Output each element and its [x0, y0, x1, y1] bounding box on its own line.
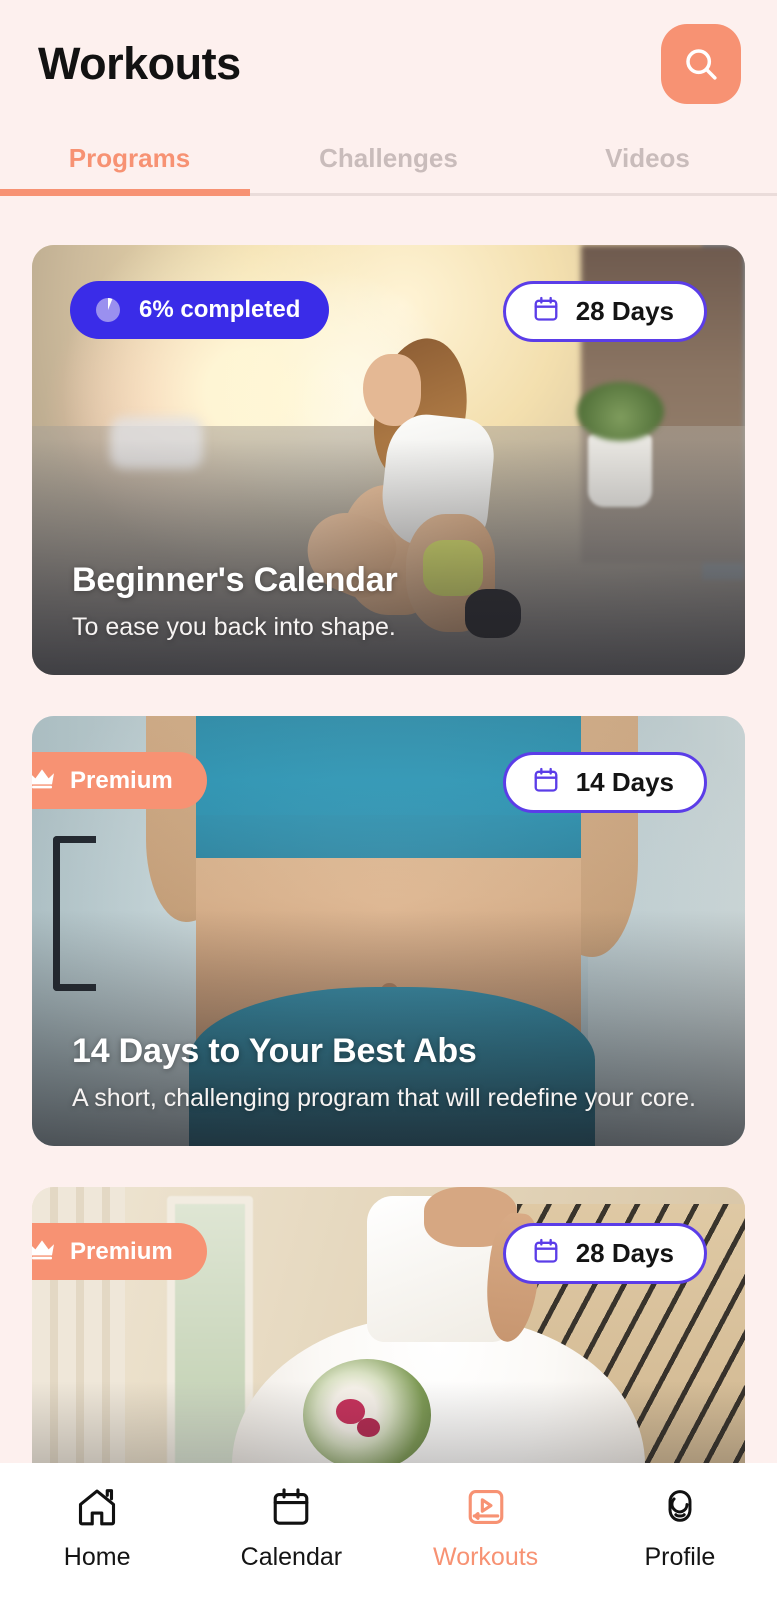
tab-bar: Programs Challenges Videos [0, 128, 777, 196]
calendar-icon [532, 295, 560, 328]
duration-badge: 28 Days [502, 281, 707, 342]
bottom-navigation: Home Calendar Workouts Profile [0, 1463, 777, 1600]
nav-item-calendar[interactable]: Calendar [194, 1485, 388, 1572]
search-icon [681, 44, 721, 84]
video-player-icon [464, 1485, 508, 1532]
card-title: Beginner's Calendar [72, 560, 398, 599]
card-text: 14 Days to Your Best Abs A short, challe… [32, 1032, 745, 1147]
page-title: Workouts [38, 38, 241, 89]
duration-label: 14 Days [575, 767, 674, 797]
duration-label: 28 Days [575, 296, 674, 326]
active-tab-indicator [0, 189, 250, 196]
card-badge-row: Premium 14 Days [32, 716, 745, 813]
card-subtitle: A short, challenging program that will r… [72, 1083, 696, 1112]
duration-badge: 14 Days [502, 752, 707, 813]
program-card-14-days-abs[interactable]: Premium 14 Days 14 Days to Your Best Abs… [32, 716, 745, 1146]
nav-label-home: Home [63, 1543, 131, 1571]
card-badge-row: 6% completed 28 Days [32, 245, 745, 342]
progress-label: 6% completed [139, 296, 301, 323]
premium-badge: Premium [32, 752, 207, 809]
progress-pie-icon [92, 294, 124, 326]
nav-item-workouts[interactable]: Workouts [389, 1485, 583, 1572]
progress-badge: 6% completed [70, 281, 330, 339]
duration-label: 28 Days [575, 1238, 674, 1268]
tab-challenges[interactable]: Challenges [259, 128, 518, 196]
home-icon [74, 1485, 120, 1532]
nav-item-home[interactable]: Home [0, 1485, 194, 1572]
calendar-icon [532, 766, 560, 799]
app-header: Workouts [0, 0, 777, 128]
premium-badge: Premium [32, 1223, 207, 1280]
duration-badge: 28 Days [502, 1223, 707, 1284]
program-card-beginners-calendar[interactable]: 6% completed 28 Days Beginner's Calendar… [32, 245, 745, 675]
nav-label-profile: Profile [644, 1543, 716, 1571]
search-button[interactable] [661, 24, 741, 104]
crown-icon [32, 766, 56, 795]
nav-label-workouts: Workouts [433, 1543, 539, 1571]
card-badge-row: Premium 28 Days [32, 1187, 745, 1284]
program-list[interactable]: 6% completed 28 Days Beginner's Calendar… [0, 204, 777, 1600]
nav-item-profile[interactable]: Profile [583, 1485, 777, 1572]
card-title: 14 Days to Your Best Abs [72, 1031, 477, 1070]
tab-videos[interactable]: Videos [518, 128, 777, 196]
nav-label-calendar: Calendar [240, 1543, 343, 1571]
crown-icon [32, 1237, 56, 1266]
calendar-icon [269, 1485, 313, 1532]
card-subtitle: To ease you back into shape. [72, 612, 396, 641]
premium-label: Premium [70, 766, 173, 794]
premium-label: Premium [70, 1237, 173, 1265]
person-icon [659, 1485, 701, 1532]
tab-programs[interactable]: Programs [0, 128, 259, 196]
calendar-icon [532, 1237, 560, 1270]
card-text: Beginner's Calendar To ease you back int… [32, 561, 745, 676]
